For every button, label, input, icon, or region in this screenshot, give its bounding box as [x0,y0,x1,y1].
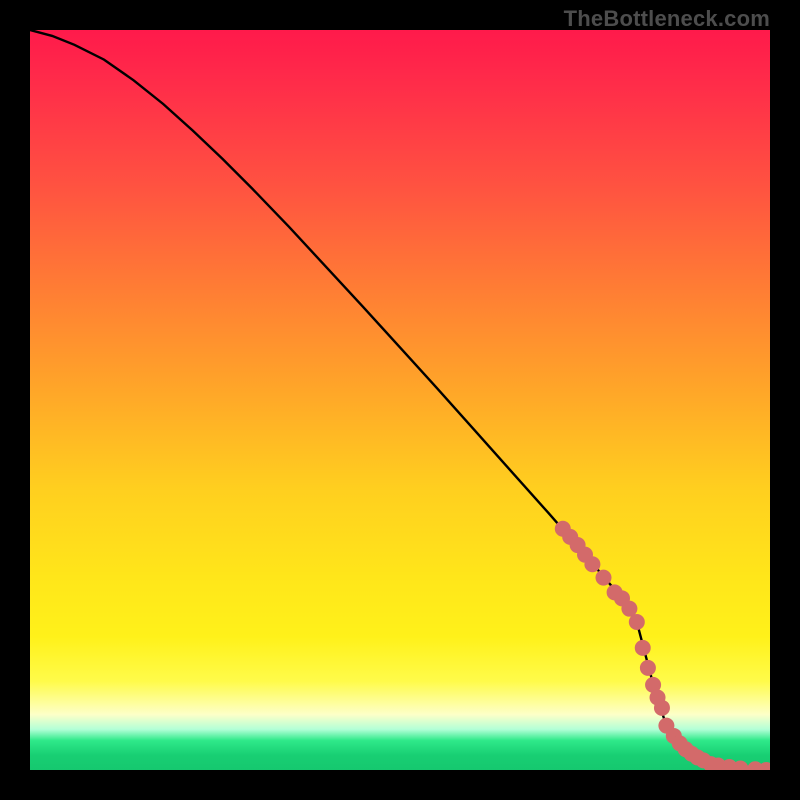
curve-layer [30,30,770,770]
curve-marker [678,741,694,757]
curve-marker [555,521,571,537]
curve-marker [596,570,612,586]
curve-marker [684,746,700,762]
curve-marker [695,752,711,768]
curve-marker [666,728,682,744]
curve-marker [614,590,630,606]
curve-marker [577,547,593,563]
curve-markers-group [555,521,770,770]
points-layer [30,30,770,770]
curve-marker [672,735,688,751]
curve-marker [732,761,748,770]
curve-marker [721,759,737,770]
curve-marker [654,700,670,716]
curve-marker [658,718,674,734]
curve-marker [570,537,586,553]
chart-stage: TheBottleneck.com [0,0,800,800]
curve-marker [710,758,726,770]
curve-marker [703,756,719,770]
attribution-watermark: TheBottleneck.com [564,6,770,32]
curve-marker [645,677,661,693]
plot-area [30,30,770,770]
curve-marker [640,660,656,676]
curve-marker [562,529,578,545]
curve-marker [747,761,763,770]
curve-marker [650,689,666,705]
curve-marker [629,614,645,630]
curve-marker [621,601,637,617]
curve-marker [758,762,770,770]
curve-marker [635,640,651,656]
bottleneck-curve [30,30,770,770]
curve-marker [689,749,705,765]
curve-marker [584,556,600,572]
curve-marker [607,584,623,600]
